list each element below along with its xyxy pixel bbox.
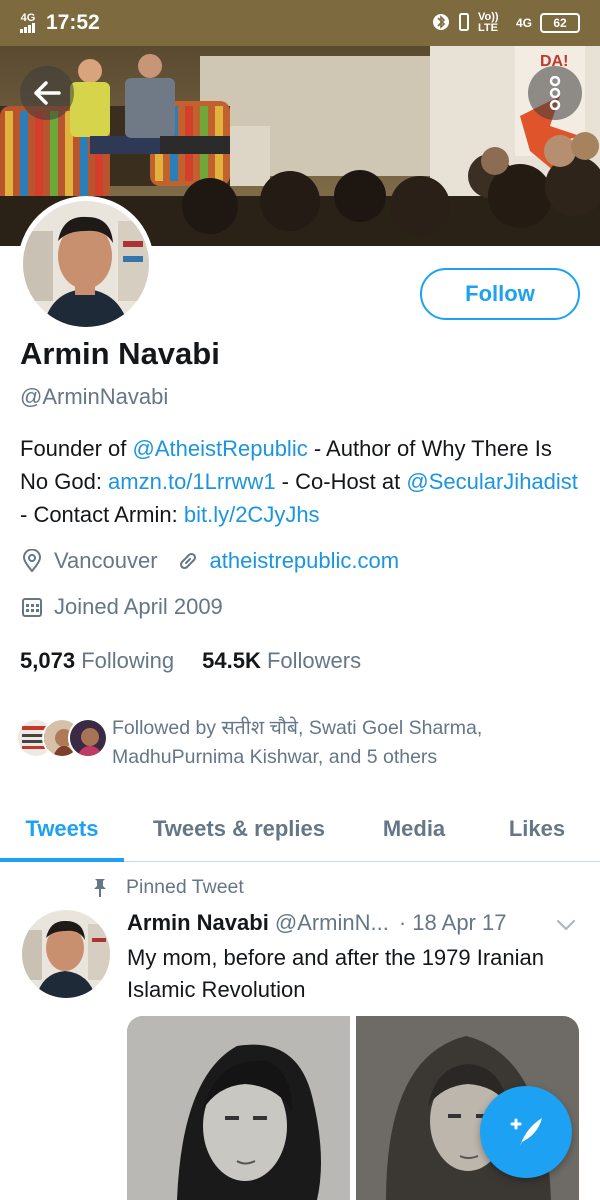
chevron-down-icon	[556, 919, 576, 931]
back-button[interactable]	[20, 66, 74, 120]
signal-icon: 4G	[20, 13, 36, 33]
active-tab-indicator	[0, 858, 124, 862]
battery-level: 62	[553, 16, 567, 30]
photo-before	[127, 1016, 350, 1200]
profile-display-name: Armin Navabi	[20, 336, 220, 371]
tab-likes[interactable]: Likes	[488, 796, 586, 862]
profile-joined-row: Joined April 2009	[20, 594, 223, 620]
more-vertical-icon	[549, 76, 561, 110]
tweet-author-handle[interactable]: @ArminN...	[275, 910, 389, 936]
follow-counts: 5,073 Following 54.5K Followers	[20, 648, 361, 674]
link-icon	[176, 549, 200, 573]
volte-indicator: Vo)) LTE	[477, 11, 499, 34]
bio-mention-link[interactable]: @AtheistRepublic	[133, 436, 308, 461]
profile-location: Vancouver	[54, 548, 158, 573]
bio-text: Founder of	[20, 436, 133, 461]
profile-website-link[interactable]: atheistrepublic.com	[210, 548, 400, 574]
vibrate-icon	[458, 12, 470, 34]
arrow-left-icon	[34, 81, 61, 105]
avatar	[68, 718, 108, 758]
profile-bio: Founder of @AtheistRepublic - Author of …	[20, 432, 585, 531]
followed-by-text: Followed by सतीश चौबे, Swati Goel Sharma…	[112, 717, 483, 768]
avatar-photo	[23, 201, 149, 327]
more-options-button[interactable]	[528, 66, 582, 120]
bio-url-link[interactable]: bit.ly/2CJyJhs	[184, 502, 320, 527]
profile-handle: @ArminNavabi	[20, 384, 169, 409]
bio-url-link[interactable]: amzn.to/1Lrrww1	[108, 469, 276, 494]
following-count-link[interactable]: 5,073 Following	[20, 648, 174, 674]
profile-meta-row: Vancouver atheistrepublic.com	[20, 548, 399, 574]
network-type-right: 4G	[515, 16, 532, 30]
network-type-left: 4G	[20, 12, 36, 24]
profile-tabs: Tweets Tweets & replies Media Likes	[0, 796, 600, 862]
tab-tweets-and-replies[interactable]: Tweets & replies	[128, 796, 350, 862]
followers-count-link[interactable]: 54.5K Followers	[202, 648, 361, 674]
tweet-text: My mom, before and after the 1979 Irania…	[127, 945, 545, 1002]
followed-by-avatars	[16, 718, 108, 762]
tweet-date[interactable]: · 18 Apr 17	[399, 910, 507, 936]
calendar-icon	[20, 595, 44, 619]
clock: 17:52	[46, 11, 100, 34]
following-label: Following	[81, 648, 175, 673]
battery-icon: 62	[540, 13, 580, 33]
followers-count: 54.5K	[202, 648, 261, 673]
status-bar: 4G 17:52 Vo)) LTE 4G 62	[0, 0, 600, 46]
followers-label: Followers	[266, 648, 362, 673]
tweet-photo-before[interactable]	[127, 1016, 350, 1200]
followed-by-row[interactable]: Followed by सतीश चौबे, Swati Goel Sharma…	[16, 714, 532, 772]
pinned-label-text: Pinned Tweet	[126, 876, 244, 898]
tweet-author-avatar[interactable]	[22, 910, 110, 998]
profile-joined-date: Joined April 2009	[54, 594, 223, 619]
compose-tweet-icon	[510, 1118, 542, 1146]
profile-avatar[interactable]	[18, 196, 154, 332]
avatar-photo	[22, 910, 110, 998]
bio-text: - Co-Host at	[275, 469, 407, 494]
location-pin-icon	[20, 549, 44, 573]
tweet-options-caret[interactable]	[556, 918, 576, 932]
tweet-author-name[interactable]: Armin Navabi	[127, 910, 269, 936]
pin-icon	[92, 878, 108, 898]
tab-media[interactable]: Media	[360, 796, 468, 862]
pinned-tweet-label: Pinned Tweet	[92, 876, 244, 899]
follow-button[interactable]: Follow	[420, 268, 580, 320]
tweet-header: Armin Navabi @ArminN... · 18 Apr 17	[127, 910, 582, 936]
bio-text: - Contact Armin:	[20, 502, 184, 527]
tab-tweets[interactable]: Tweets	[0, 796, 124, 862]
bio-mention-link[interactable]: @SecularJihadist	[406, 469, 578, 494]
following-count: 5,073	[20, 648, 76, 673]
compose-tweet-button[interactable]	[480, 1086, 572, 1178]
bluetooth-icon	[432, 13, 450, 34]
